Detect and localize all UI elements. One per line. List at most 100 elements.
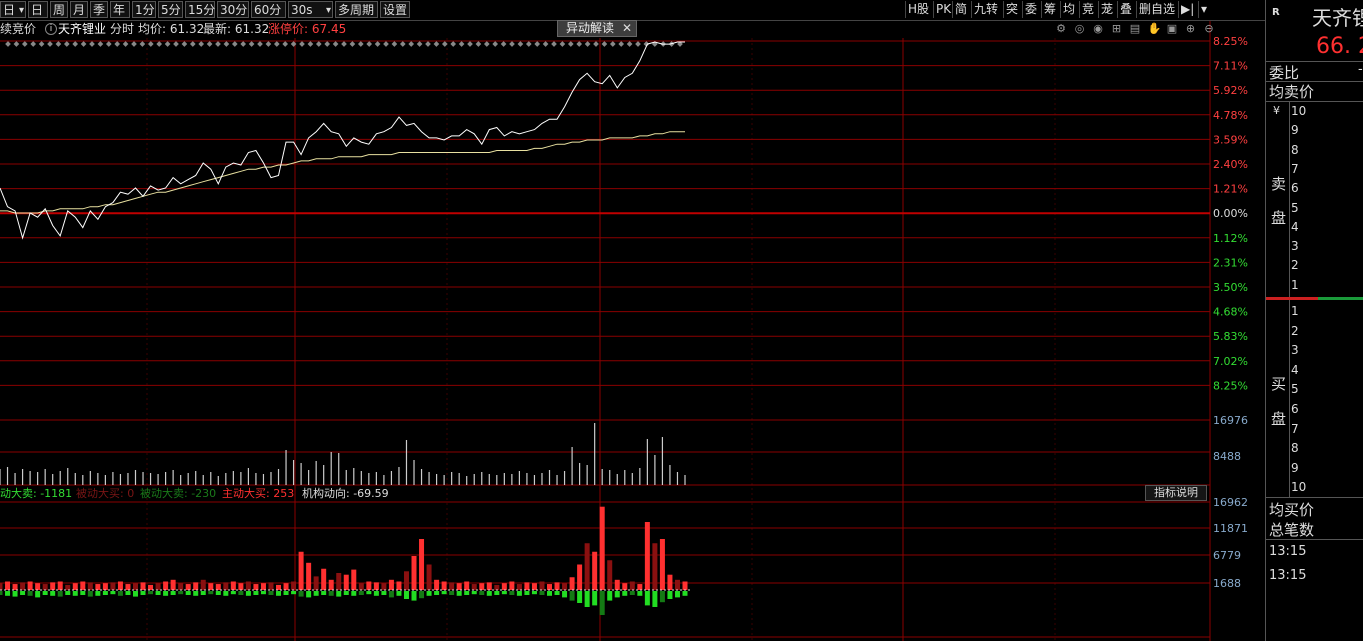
indicator-up-bar [539, 581, 545, 590]
buy-level[interactable]: 8 [1291, 441, 1299, 455]
diamond-marker [433, 41, 440, 47]
period-button-5[interactable]: 年 [110, 1, 130, 18]
sell-level[interactable]: 2 [1291, 258, 1299, 272]
sell-side-label-1: 卖 [1271, 175, 1287, 193]
sell-side-label-2: 盘 [1271, 209, 1287, 227]
buy-level[interactable]: 4 [1291, 363, 1299, 377]
indicator-up-bar [80, 581, 86, 590]
diamond-marker [576, 41, 583, 47]
timeshare-chart[interactable]: 8.25% 7.11% 5.92% 4.78% 3.59% 2.40% 1.21% 0.00%… [0, 0, 1265, 641]
chevron-down-icon[interactable]: ▾ [326, 2, 331, 19]
period-button-3[interactable]: 月 [70, 1, 88, 18]
sell-level[interactable]: 7 [1291, 162, 1299, 176]
sell-level[interactable]: 8 [1291, 143, 1299, 157]
indicator-up-bar [193, 582, 199, 590]
period-button-13[interactable]: 设置 [380, 1, 410, 18]
diamond-marker [635, 41, 641, 47]
buy-level[interactable]: 1 [1291, 304, 1299, 318]
chevron-down-icon[interactable]: ▾ [1198, 1, 1215, 18]
hand-icon[interactable]: ✋ [1148, 23, 1162, 35]
diamond-marker [559, 41, 566, 47]
diamond-marker [525, 41, 532, 47]
diamond-marker [475, 41, 482, 47]
price-axis-label: 2.40% [1213, 158, 1248, 171]
basket-icon[interactable]: ⊞ [1111, 23, 1123, 35]
period-button-12[interactable]: 多周期 [335, 1, 378, 18]
indicator-down-bar [125, 591, 131, 595]
period-button-11[interactable]: 30s ▾ [288, 1, 333, 18]
indicator-down-bar [80, 591, 86, 595]
indicator-up-bar [65, 584, 71, 590]
diamond-marker [609, 41, 616, 47]
indicator-up-bar [5, 581, 11, 590]
diamond-marker [492, 41, 499, 47]
gear-icon[interactable]: ⚙ [1055, 23, 1067, 35]
chevron-down-icon[interactable]: ▾ [19, 2, 24, 19]
indicator-help-button[interactable]: 指标说明 [1145, 485, 1207, 501]
sell-level[interactable]: 9 [1291, 123, 1299, 137]
diamond-marker [198, 41, 205, 47]
period-button-2[interactable]: 周 [50, 1, 68, 18]
period-button-10[interactable]: 60分 [251, 1, 286, 18]
print-icon[interactable]: ▤ [1129, 23, 1141, 35]
indicator-up-bar [208, 583, 214, 590]
sell-level[interactable]: 6 [1291, 181, 1299, 195]
buy-level[interactable]: 3 [1291, 343, 1299, 357]
indicator-up-bar [328, 579, 334, 590]
tool-button-11[interactable]: 删自选 [1136, 1, 1181, 18]
diamond-marker [534, 41, 541, 47]
sell-level[interactable]: 5 [1291, 201, 1299, 215]
indicator-down-bar [35, 591, 41, 598]
buy-level[interactable]: 2 [1291, 324, 1299, 338]
indicator-down-bar [667, 591, 673, 599]
info-icon[interactable]: i [45, 23, 57, 35]
buy-level[interactable]: 10 [1291, 480, 1306, 494]
layers-icon[interactable]: ◎ [1074, 23, 1086, 35]
diamond-marker [626, 41, 633, 47]
indicator-down-bar [434, 591, 440, 595]
close-icon[interactable]: ✕ [622, 21, 632, 36]
indicator-down-bar [215, 591, 221, 595]
sell-level[interactable]: 10 [1291, 104, 1306, 118]
diamond-marker [47, 41, 53, 47]
lock-icon[interactable]: ▣ [1166, 23, 1178, 35]
period-button-0[interactable]: 日 ▾ [0, 1, 26, 18]
indicator-up-bar [238, 583, 244, 590]
sell-level[interactable]: 3 [1291, 239, 1299, 253]
indicator-down-bar [245, 591, 251, 596]
buy-level[interactable]: 7 [1291, 422, 1299, 436]
anomaly-button[interactable]: 异动解读 ✕ [557, 20, 637, 37]
indicator-up-bar [215, 584, 221, 590]
buy-level[interactable]: 6 [1291, 402, 1299, 416]
diamond-marker [248, 41, 255, 47]
indicator-up-bar [132, 583, 138, 590]
indicator-up-bar [622, 583, 628, 590]
indicator-up-bar [268, 582, 274, 590]
diamond-marker [282, 41, 289, 47]
period-button-9[interactable]: 30分 [217, 1, 249, 18]
zoom-in-icon[interactable]: ⊕ [1185, 23, 1197, 35]
indicator-down-bar [283, 591, 289, 595]
diamond-marker [156, 41, 163, 47]
indicator-axis-label: 11871 [1213, 522, 1248, 535]
period-button-4[interactable]: 季 [90, 1, 108, 18]
period-button-7[interactable]: 5分 [158, 1, 183, 18]
diamond-marker [517, 41, 524, 47]
sell-level[interactable]: 1 [1291, 278, 1299, 292]
buy-level[interactable]: 5 [1291, 382, 1299, 396]
indicator-up-bar [659, 539, 665, 590]
indicator-down-bar [306, 591, 312, 598]
buy-level[interactable]: 9 [1291, 461, 1299, 475]
diamond-marker [131, 41, 137, 47]
zoom-out-icon[interactable]: ⊖ [1203, 23, 1215, 35]
period-button-8[interactable]: 15分 [185, 1, 215, 18]
indicator-down-bar [674, 591, 680, 598]
eye-icon[interactable]: ◉ [1092, 23, 1104, 35]
diamond-marker [147, 41, 154, 47]
anomaly-label: 异动解读 [566, 21, 615, 35]
sell-level[interactable]: 4 [1291, 220, 1299, 234]
period-button-1[interactable]: 日 [28, 1, 48, 18]
period-button-6[interactable]: 1分 [132, 1, 156, 18]
indicator-up-bar [667, 574, 673, 590]
diamond-marker [173, 41, 179, 47]
